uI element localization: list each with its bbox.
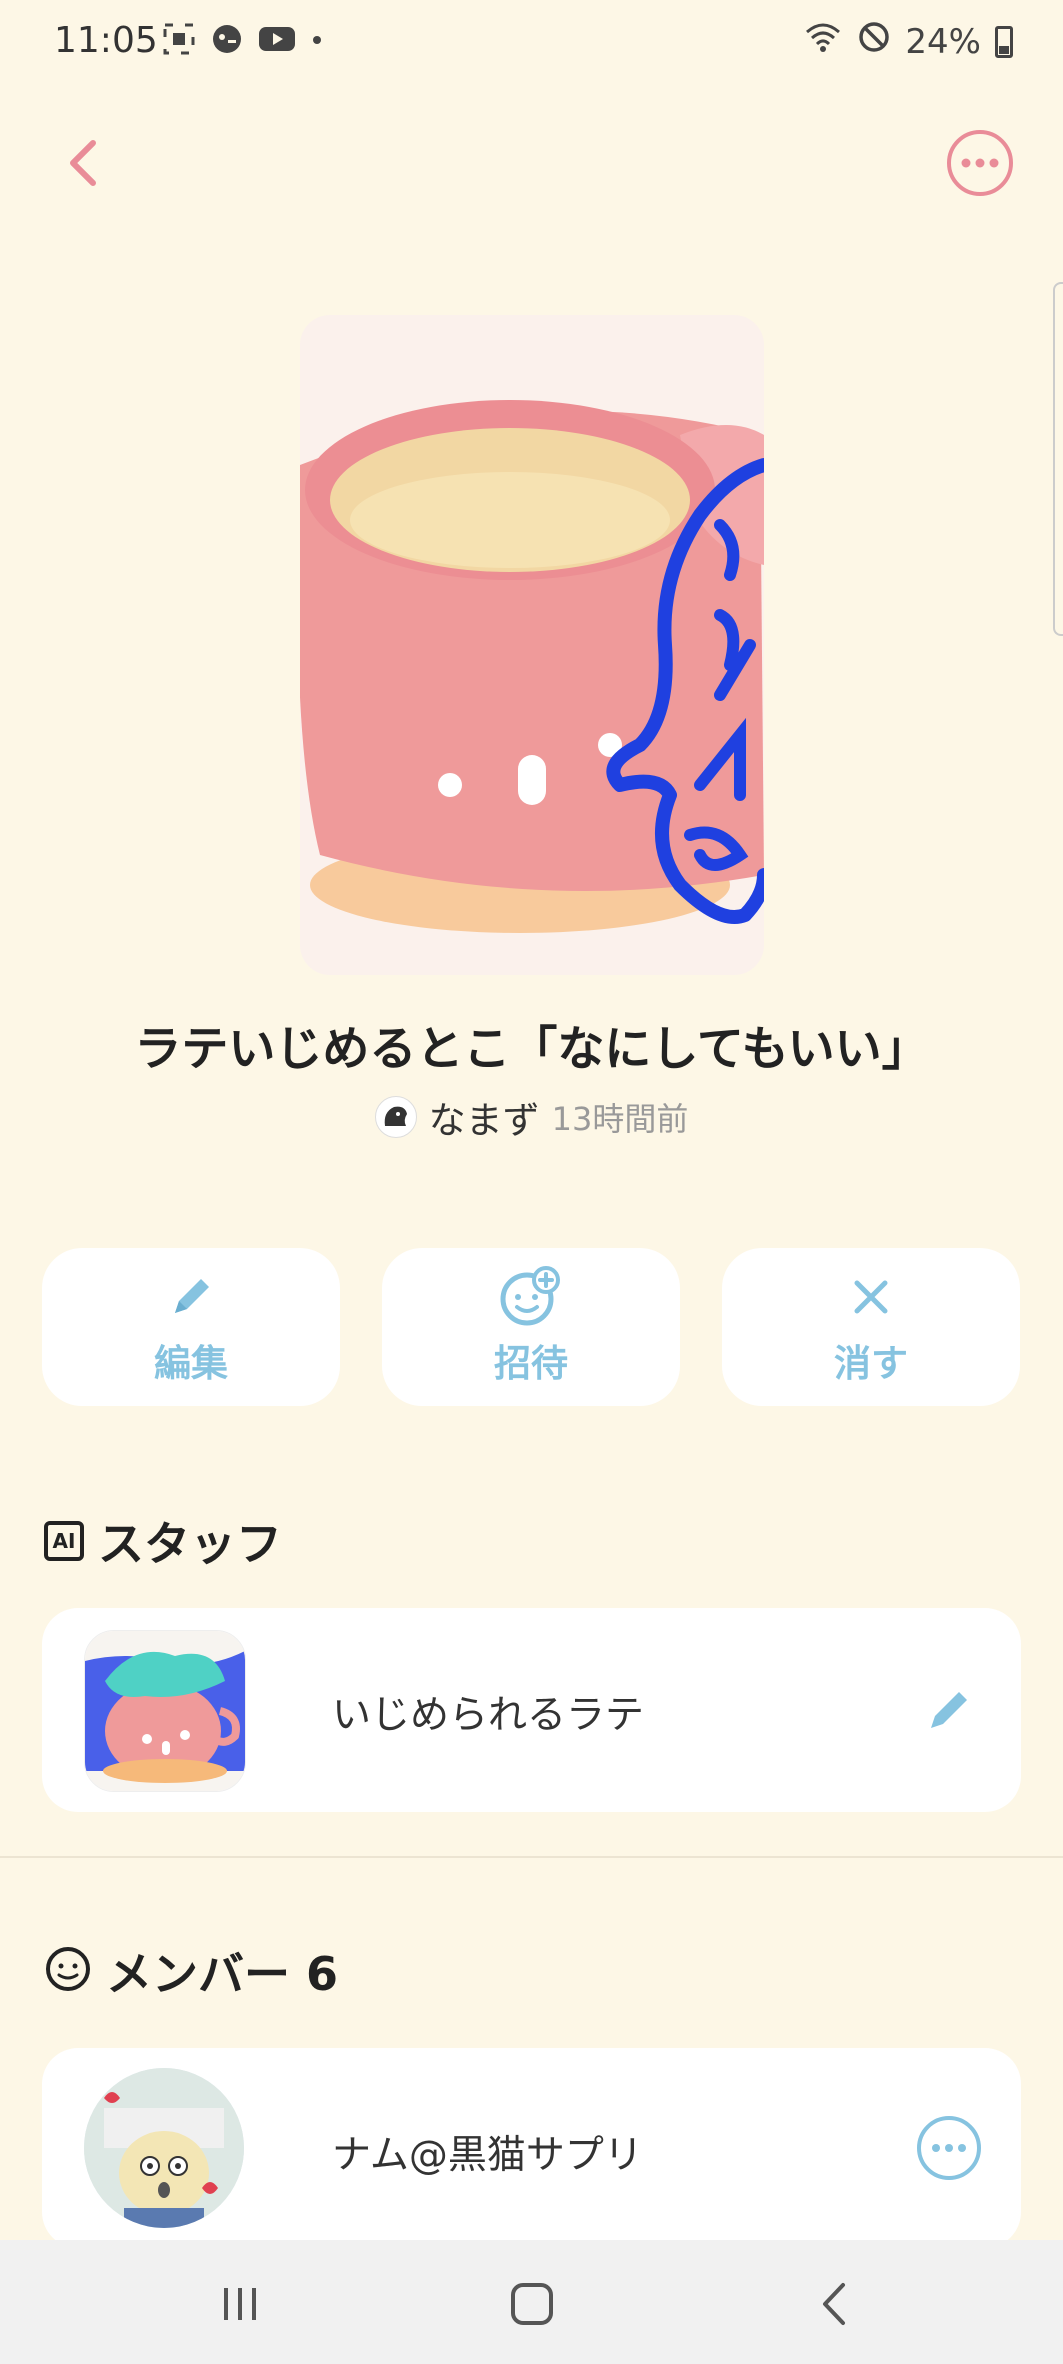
dnd-icon	[857, 20, 891, 63]
edit-staff-button[interactable]	[917, 1678, 981, 1742]
members-section-header: メンバー 6	[44, 1938, 338, 2004]
delete-label: 消す	[834, 1342, 908, 1385]
invite-label: 招待	[494, 1342, 568, 1385]
author-row[interactable]: なまず 13時間前	[0, 1090, 1063, 1144]
more-options-button[interactable]	[947, 130, 1013, 196]
staff-avatar	[84, 1630, 246, 1792]
status-notification-icons	[162, 22, 324, 60]
smile-icon	[44, 1945, 92, 1997]
dot-icon	[310, 32, 324, 51]
staff-card[interactable]: いじめられるラテ	[42, 1608, 1021, 1812]
home-icon	[511, 2283, 553, 2325]
invite-button[interactable]: 招待	[382, 1248, 680, 1406]
room-cover-image	[300, 315, 764, 975]
wifi-icon	[803, 20, 843, 63]
edit-label: 編集	[154, 1342, 228, 1385]
system-nav-bar	[0, 2240, 1063, 2364]
author-name[interactable]: なまず	[429, 1090, 540, 1144]
status-time: 11:05	[54, 20, 158, 61]
recents-icon	[224, 2288, 256, 2320]
screenshot-icon	[162, 22, 196, 60]
pencil-icon	[165, 1267, 217, 1327]
member-card[interactable]: ナム@黒猫サプリ	[42, 2048, 1021, 2248]
gamepad-icon	[210, 22, 244, 60]
more-horizontal-icon	[932, 2144, 966, 2152]
battery-icon	[995, 25, 1013, 58]
more-horizontal-icon	[961, 158, 999, 168]
author-avatar[interactable]	[374, 1096, 417, 1138]
chevron-left-icon	[70, 140, 96, 186]
delete-button[interactable]: 消す	[722, 1248, 1020, 1406]
members-section-title: メンバー 6	[106, 1947, 339, 2001]
nav-back-button[interactable]	[794, 2272, 874, 2336]
section-divider	[0, 1856, 1063, 1858]
staff-section-title: スタッフ	[98, 1517, 282, 1571]
invite-icon	[499, 1266, 563, 1327]
close-icon	[851, 1267, 891, 1327]
edit-button[interactable]: 編集	[42, 1248, 340, 1406]
staff-section-header: AI スタッフ	[44, 1508, 282, 1574]
home-button[interactable]	[492, 2272, 572, 2336]
staff-name: いじめられるラテ	[332, 1693, 645, 1738]
ai-badge-icon: AI	[44, 1521, 84, 1561]
member-options-button[interactable]	[917, 2116, 981, 2180]
youtube-icon	[258, 24, 296, 58]
room-title: ラテいじめるとこ「なにしてもいい」	[134, 1022, 929, 1077]
status-system-icons: 24%	[803, 20, 1013, 63]
member-name: ナム@黒猫サプリ	[332, 2133, 643, 2178]
recents-button[interactable]	[200, 2272, 280, 2336]
status-bar: 11:05 24%	[0, 0, 1063, 86]
post-time: 13時間前	[551, 1100, 689, 1138]
back-button[interactable]	[50, 130, 116, 196]
pencil-icon	[931, 1692, 967, 1728]
back-icon	[823, 2283, 845, 2325]
member-avatar	[84, 2068, 244, 2228]
battery-percent: 24%	[905, 21, 981, 62]
scroll-handle[interactable]	[1053, 282, 1063, 636]
